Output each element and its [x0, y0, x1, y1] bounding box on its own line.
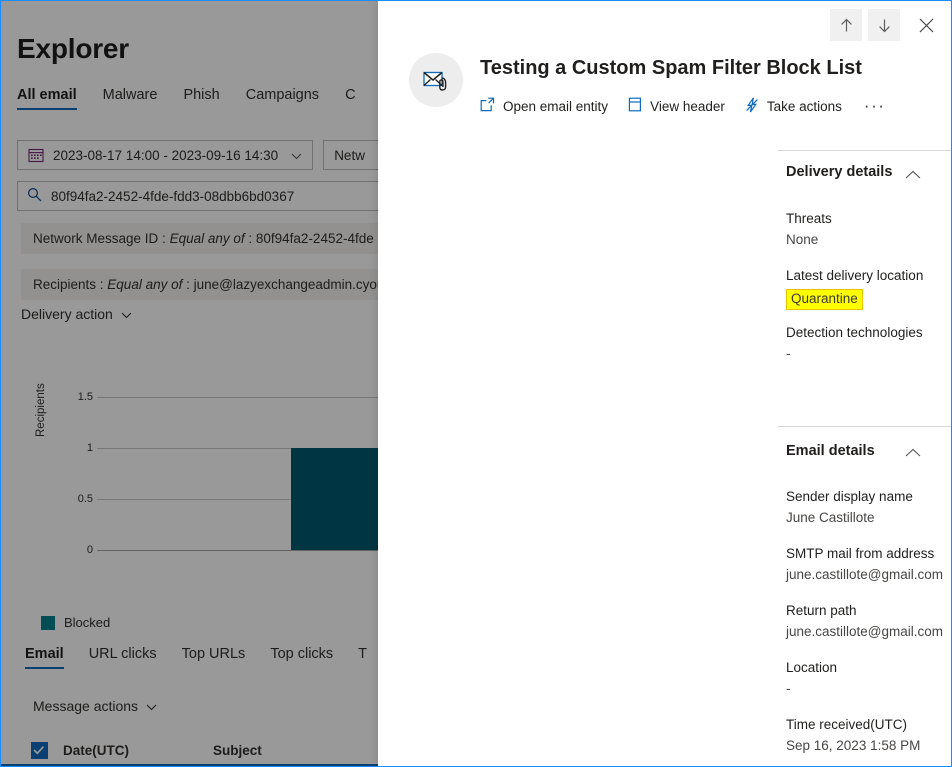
field-label: Return path	[786, 603, 857, 618]
flyout-nav-controls	[830, 9, 942, 41]
chart-legend: Blocked	[41, 615, 110, 630]
legend-label-blocked: Blocked	[64, 615, 111, 630]
field-label: Detection technologies	[786, 325, 923, 340]
tab-url-clicks[interactable]: URL clicks	[89, 646, 157, 669]
column-header-subject[interactable]: Subject	[213, 743, 262, 758]
field-label: SMTP mail from address	[786, 546, 935, 561]
more-options-button[interactable]: ···	[862, 96, 885, 116]
tab-content-malware[interactable]: C	[345, 87, 355, 110]
field-smtp-mail-from-address: SMTP mail from address june.castillote@g…	[786, 546, 943, 582]
chevron-down-icon	[291, 148, 302, 163]
date-range-picker[interactable]: 2023-08-17 14:00 - 2023-09-16 14:30	[17, 140, 314, 170]
date-range-value: 2023-08-17 14:00 - 2023-09-16 14:30	[53, 147, 279, 163]
collapse-delivery-details-button[interactable]	[905, 166, 921, 184]
field-value: -	[786, 681, 791, 696]
column-header-date[interactable]: Date(UTC)	[63, 743, 213, 758]
section-title-email-details: Email details	[786, 443, 875, 459]
tab-phish[interactable]: Phish	[183, 87, 219, 110]
select-all-checkbox[interactable]	[31, 742, 48, 759]
field-time-received: Time received(UTC) Sep 16, 2023 1:58 PM	[786, 717, 920, 753]
tab-top-clicks[interactable]: Top clicks	[270, 646, 333, 669]
view-header-label: View header	[650, 98, 725, 114]
field-location: Location -	[786, 660, 837, 696]
field-value: june.castillote@gmail.com	[786, 567, 944, 582]
divider	[778, 150, 951, 151]
tab-top-urls[interactable]: Top URLs	[182, 646, 246, 669]
chevron-down-icon	[146, 698, 157, 714]
field-threats: Threats None	[786, 211, 832, 247]
explorer-tabs: All email Malware Phish Campaigns C	[17, 87, 356, 110]
close-flyout-button[interactable]	[910, 9, 942, 41]
message-actions-label: Message actions	[33, 698, 139, 714]
message-actions-dropdown[interactable]: Message actions	[33, 698, 157, 714]
pill-operator: Equal any of	[169, 231, 245, 246]
search-value: 80f94fa2-2452-4fde-fdd3-08dbb6bd0367	[51, 188, 295, 204]
field-value: june.castillote@gmail.com	[786, 624, 944, 639]
chart-grouping-dropdown[interactable]: Delivery action	[21, 306, 132, 322]
document-icon	[628, 97, 642, 115]
field-value: June Castillote	[786, 510, 875, 525]
open-in-new-icon	[480, 97, 495, 115]
chart-y-axis-label: Recipients	[35, 383, 47, 437]
pill-operator: Equal any of	[107, 277, 183, 292]
field-value: -	[786, 346, 791, 361]
tab-email[interactable]: Email	[25, 646, 64, 669]
chart-grouping-label: Delivery action	[21, 306, 113, 322]
email-attachment-icon	[409, 53, 463, 107]
lightning-bolt-icon	[745, 97, 759, 116]
section-title-delivery-details: Delivery details	[786, 164, 893, 180]
chevron-down-icon	[121, 306, 132, 322]
flyout-title: Testing a Custom Spam Filter Block List	[480, 57, 862, 79]
field-detection-technologies: Detection technologies -	[786, 325, 923, 361]
field-sender-display-name: Sender display name June Castillote	[786, 489, 913, 525]
app-window: Explorer All email Malware Phish Campaig…	[0, 0, 952, 767]
field-value: None	[786, 232, 819, 247]
details-tabs: Email URL clicks Top URLs Top clicks T	[25, 646, 367, 669]
collapse-email-details-button[interactable]	[905, 444, 921, 462]
tab-all-email[interactable]: All email	[17, 87, 77, 110]
email-details-flyout: Testing a Custom Spam Filter Block List …	[378, 1, 951, 766]
divider	[778, 426, 951, 427]
next-item-button[interactable]	[868, 9, 900, 41]
open-email-entity-label: Open email entity	[503, 98, 609, 114]
take-actions-button[interactable]: Take actions	[745, 97, 842, 116]
take-actions-label: Take actions	[766, 98, 842, 114]
field-label: Latest delivery location	[786, 268, 924, 283]
flyout-command-bar: Open email entity View header Take actio…	[480, 96, 885, 116]
field-label: Location	[786, 660, 838, 675]
tab-top-targeted-users[interactable]: T	[358, 646, 367, 669]
calendar-icon	[28, 147, 44, 163]
tab-campaigns[interactable]: Campaigns	[246, 87, 319, 110]
search-input[interactable]: 80f94fa2-2452-4fde-fdd3-08dbb6bd0367	[17, 181, 437, 211]
y-tick-1: 1	[86, 442, 93, 454]
pill-value: june@lazyexchangeadmin.cyou	[193, 277, 385, 292]
search-icon	[27, 187, 42, 205]
pill-field: Network Message ID	[33, 231, 159, 246]
field-value: Sep 16, 2023 1:58 PM	[786, 738, 921, 753]
tab-malware[interactable]: Malware	[103, 87, 158, 110]
view-header-button[interactable]: View header	[628, 97, 725, 115]
y-tick-1p5: 1.5	[77, 391, 93, 403]
flyout-header: Testing a Custom Spam Filter Block List …	[409, 53, 885, 116]
y-tick-0p5: 0.5	[77, 493, 93, 505]
pill-field: Recipients	[33, 277, 97, 292]
previous-item-button[interactable]	[830, 9, 862, 41]
field-latest-delivery-location: Latest delivery location Quarantine	[786, 268, 923, 310]
page-title: Explorer	[17, 33, 129, 64]
y-tick-0: 0	[86, 544, 93, 556]
field-label: Threats	[786, 211, 832, 226]
pill-value: 80f94fa2-2452-4fde	[255, 231, 374, 246]
legend-swatch-blocked	[41, 615, 55, 630]
field-return-path: Return path june.castillote@gmail.com	[786, 603, 943, 639]
field-label: Sender display name	[786, 489, 913, 504]
field-label: Time received(UTC)	[786, 717, 908, 732]
field-value-highlighted: Quarantine	[786, 289, 863, 310]
open-email-entity-button[interactable]: Open email entity	[480, 97, 608, 115]
